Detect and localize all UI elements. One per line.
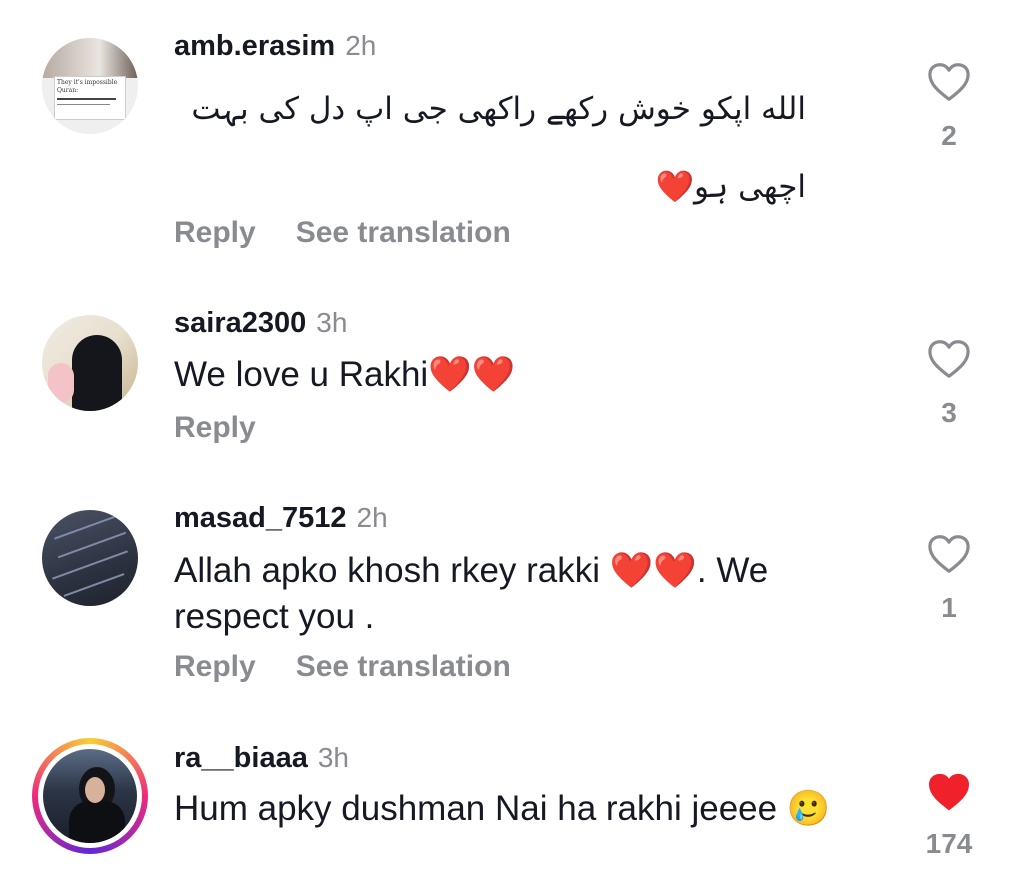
reply-button[interactable]: Reply — [174, 411, 256, 444]
comment-text: We love u Rakhi❤️❤️ — [174, 355, 516, 394]
username-text[interactable]: amb.erasim — [174, 30, 335, 62]
reply-button[interactable]: Reply — [174, 216, 256, 249]
username[interactable]: saira2300 3h — [174, 307, 347, 340]
avatar-sub: Quran: — [57, 87, 79, 94]
avatar[interactable] — [42, 510, 138, 606]
username[interactable]: masad_7512 2h — [174, 502, 388, 535]
username[interactable]: ra__biaaa 3h — [174, 742, 349, 775]
avatar-image — [43, 749, 137, 843]
comment-actions: Reply See translation — [174, 650, 551, 684]
comment-actions: Reply See translation — [174, 216, 551, 250]
see-translation-button[interactable]: See translation — [296, 216, 511, 249]
like-count: 174 — [925, 828, 973, 859]
avatar-story-ring[interactable] — [32, 738, 148, 854]
comment-text: Allah apko khosh rkey rakki ❤️❤️. We res… — [174, 551, 769, 636]
like-count: 2 — [941, 120, 957, 151]
heart-outline-icon — [928, 340, 970, 378]
username[interactable]: amb.erasim 2h — [174, 30, 376, 63]
reply-button[interactable]: Reply — [174, 650, 256, 683]
timestamp: 2h — [356, 502, 388, 533]
username-text[interactable]: masad_7512 — [174, 502, 347, 534]
heart-outline-icon — [928, 63, 970, 101]
timestamp: 3h — [317, 742, 349, 773]
timestamp: 2h — [345, 30, 377, 61]
comment-text-line: الله اپکو خوش رکھے راکھی جی اپ دل کی بہت — [191, 91, 806, 127]
username-text[interactable]: saira2300 — [174, 307, 306, 339]
avatar — [38, 744, 142, 848]
like-button[interactable]: 174 — [924, 772, 974, 860]
comment-actions: Reply — [174, 411, 296, 445]
username-text[interactable]: ra__biaaa — [174, 742, 308, 774]
avatar[interactable]: They it's impossible Quran: — [42, 38, 138, 134]
like-button[interactable]: 2 — [924, 62, 974, 152]
comment-text-line: اچھی ہو❤️ — [655, 169, 806, 205]
like-button[interactable]: 3 — [924, 339, 974, 429]
avatar[interactable] — [42, 315, 138, 411]
comment-text: Hum apky dushman Nai ha rakhi jeeee 🥲 — [174, 789, 831, 828]
timestamp: 3h — [316, 307, 348, 338]
like-button[interactable]: 1 — [924, 534, 974, 624]
heart-outline-icon — [928, 535, 970, 573]
like-count: 1 — [941, 592, 957, 623]
avatar-caption: They it's impossible — [57, 79, 118, 86]
see-translation-button[interactable]: See translation — [296, 650, 511, 683]
like-count: 3 — [941, 397, 957, 428]
comment-text: الله اپکو خوش رکھے راکھی جی اپ دل کی بہت… — [174, 70, 806, 226]
heart-filled-icon — [929, 773, 969, 811]
